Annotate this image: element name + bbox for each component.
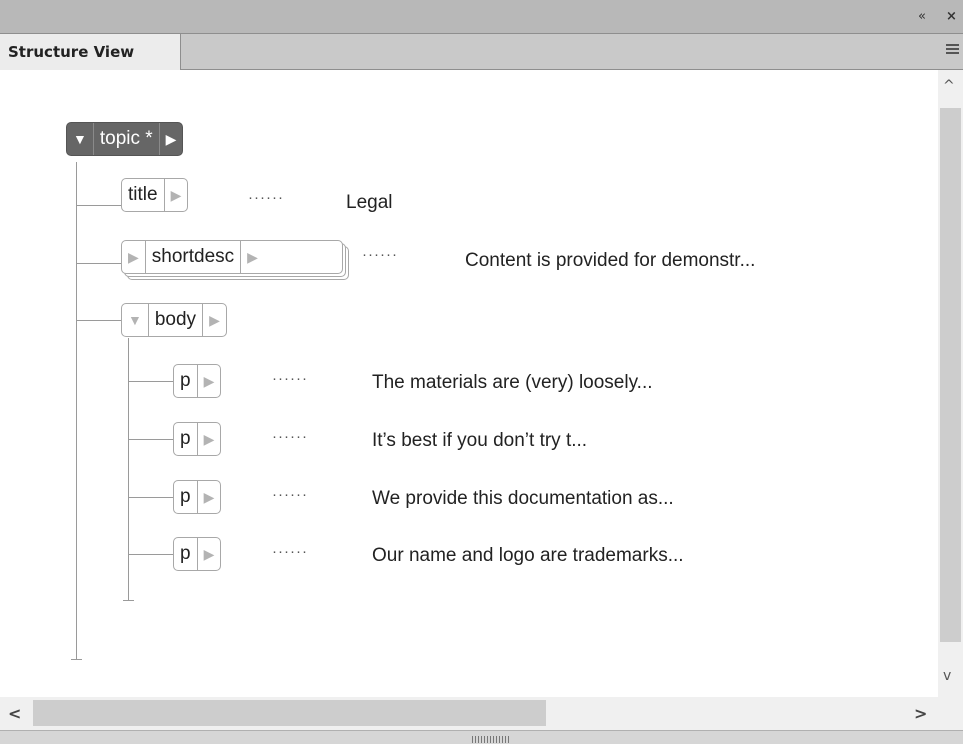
close-panel-icon[interactable]: × bbox=[946, 9, 957, 25]
p-node[interactable]: p ▶ bbox=[173, 364, 222, 398]
panel-title-bar: « × bbox=[0, 0, 963, 34]
body-node[interactable]: ▼ body ▶ bbox=[121, 303, 227, 337]
title-node[interactable]: title ▶ bbox=[121, 178, 189, 212]
tree-branch-p1 bbox=[128, 381, 173, 382]
tree-line-body-end bbox=[123, 600, 134, 601]
vertical-scrollbar[interactable]: ^ v bbox=[938, 70, 963, 697]
expand-attributes-icon[interactable]: ▶ bbox=[163, 179, 188, 211]
topic-label: topic * bbox=[92, 123, 159, 155]
tree-line-root-end bbox=[71, 659, 82, 660]
tree-branch-p3 bbox=[128, 497, 173, 498]
leader-dots: ······ bbox=[272, 486, 308, 503]
p-node[interactable]: p ▶ bbox=[173, 422, 222, 456]
p-text: It’s best if you don’t try t... bbox=[372, 430, 588, 451]
leader-dots: ······ bbox=[248, 189, 284, 206]
scroll-right-icon[interactable]: > bbox=[914, 704, 927, 723]
tree-branch-p4 bbox=[128, 554, 173, 555]
title-text: Legal bbox=[346, 192, 393, 213]
tree-branch-p2 bbox=[128, 439, 173, 440]
leader-dots: ······ bbox=[362, 246, 398, 263]
horizontal-scroll-thumb[interactable] bbox=[33, 700, 546, 726]
expand-attributes-icon[interactable]: ▶ bbox=[202, 304, 226, 336]
tree-line-root bbox=[76, 162, 77, 660]
scroll-down-icon[interactable]: v bbox=[943, 668, 951, 684]
shortdesc-node[interactable]: ▶ shortdesc ▶ bbox=[121, 240, 343, 274]
shortdesc-label: shortdesc bbox=[144, 241, 240, 273]
p-text: Our name and logo are trademarks... bbox=[372, 545, 684, 566]
p-label: p bbox=[180, 370, 191, 391]
title-label: title bbox=[128, 184, 158, 205]
collapse-triangle-icon[interactable]: ▼ bbox=[122, 304, 148, 336]
leader-dots: ······ bbox=[272, 543, 308, 560]
leader-dots: ······ bbox=[272, 428, 308, 445]
panel-menu-icon[interactable] bbox=[946, 44, 959, 56]
horizontal-scrollbar[interactable]: < > bbox=[0, 697, 963, 730]
resize-grip-icon[interactable] bbox=[472, 736, 510, 743]
topic-node[interactable]: ▼ topic * ▶ bbox=[66, 122, 184, 156]
tab-strip: Structure View bbox=[0, 34, 963, 70]
tree-branch-body bbox=[76, 320, 121, 321]
shortdesc-text: Content is provided for demonstr... bbox=[465, 250, 756, 271]
expand-attributes-icon[interactable]: ▶ bbox=[196, 538, 221, 570]
p-label: p bbox=[180, 428, 191, 449]
vertical-scroll-thumb[interactable] bbox=[940, 108, 961, 642]
scroll-up-icon[interactable]: ^ bbox=[943, 78, 955, 94]
tree-branch-title bbox=[76, 205, 121, 206]
collapse-triangle-icon[interactable]: ▼ bbox=[67, 123, 93, 155]
leader-dots: ······ bbox=[272, 370, 308, 387]
expand-attributes-icon[interactable]: ▶ bbox=[196, 481, 221, 513]
expand-triangle-icon[interactable]: ▶ bbox=[122, 241, 145, 273]
expand-attributes-icon[interactable]: ▶ bbox=[158, 123, 183, 155]
body-label: body bbox=[147, 304, 202, 336]
collapse-panel-icon[interactable]: « bbox=[918, 9, 926, 25]
tree-line-body bbox=[128, 338, 129, 600]
resize-bar[interactable] bbox=[0, 730, 963, 744]
p-node[interactable]: p ▶ bbox=[173, 537, 222, 571]
p-text: The materials are (very) loosely... bbox=[372, 372, 653, 393]
expand-attributes-icon[interactable]: ▶ bbox=[196, 365, 221, 397]
structure-tree-area: ▼ topic * ▶ title ▶ ······ Legal ▶ short… bbox=[0, 70, 938, 697]
p-node[interactable]: p ▶ bbox=[173, 480, 222, 514]
tab-structure-view[interactable]: Structure View bbox=[0, 34, 181, 70]
expand-attributes-icon[interactable]: ▶ bbox=[240, 241, 264, 273]
expand-attributes-icon[interactable]: ▶ bbox=[196, 423, 221, 455]
p-text: We provide this documentation as... bbox=[372, 488, 674, 509]
tree-branch-shortdesc bbox=[76, 263, 121, 264]
p-label: p bbox=[180, 543, 191, 564]
p-label: p bbox=[180, 486, 191, 507]
scroll-left-icon[interactable]: < bbox=[8, 704, 21, 723]
